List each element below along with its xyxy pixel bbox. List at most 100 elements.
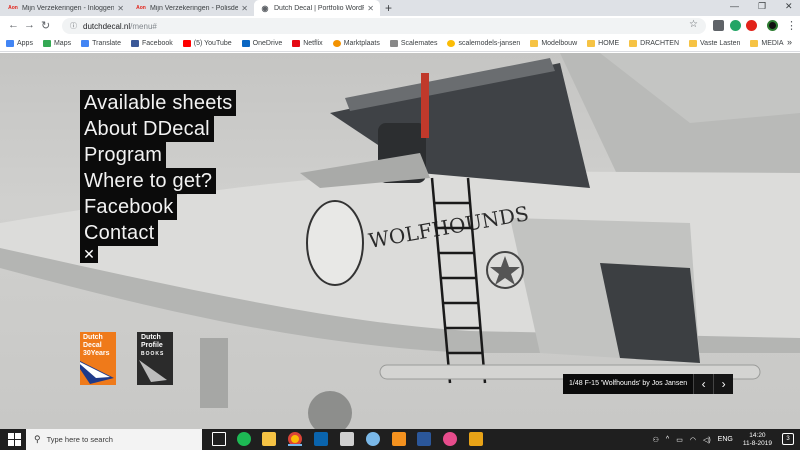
photos-icon[interactable] (443, 432, 457, 446)
language-indicator[interactable]: ENG (718, 436, 733, 443)
tab-aon-login[interactable]: Aon Mijn Verzekeringen - Inloggen ✕ (2, 0, 130, 16)
slide-caption-bar: 1/48 F-15 'Wolfhounds' by Jos Jansen ‹ › (563, 374, 734, 394)
battery-icon[interactable]: ▭ (676, 436, 683, 444)
menu-available-sheets[interactable]: Available sheets (80, 90, 237, 116)
minimize-icon[interactable]: — (730, 1, 739, 11)
bookmark-translate[interactable]: Translate (81, 40, 121, 47)
slide-caption: 1/48 F-15 'Wolfhounds' by Jos Jansen (563, 374, 694, 394)
chrome-icon[interactable] (288, 432, 302, 446)
facebook-icon (131, 40, 140, 47)
spotify-icon[interactable] (237, 432, 251, 446)
forward-icon[interactable]: → (24, 19, 35, 31)
bookmark-modelbouw[interactable]: Modelbouw (530, 40, 577, 47)
window-close-icon[interactable]: ✕ (785, 1, 793, 12)
maps-icon (42, 40, 51, 47)
reload-icon[interactable]: ↻ (41, 19, 50, 32)
profile-avatar[interactable] (767, 20, 778, 31)
apps-grid-icon (6, 40, 14, 47)
netflix-icon (292, 40, 301, 47)
address-bar[interactable]: ⓘ dutchdecal.nl/menu# ☆ (62, 18, 706, 34)
maximize-icon[interactable]: ❐ (758, 1, 766, 12)
word-icon[interactable] (417, 432, 431, 446)
tab-aon-policy[interactable]: Aon Mijn Verzekeringen - Polisdetails ✕ (130, 0, 254, 16)
menu-about-ddecal[interactable]: About DDecal (80, 116, 214, 142)
settings-app-icon[interactable] (392, 432, 406, 446)
tab-dutch-decal[interactable]: ◉ Dutch Decal | Portfolio WordPres ✕ (254, 0, 380, 16)
file-explorer-icon[interactable] (262, 432, 276, 446)
folder-icon (587, 40, 596, 47)
volume-icon[interactable]: ◁) (703, 436, 711, 444)
taskbar-search[interactable]: ⚲ Type here to search (26, 429, 202, 450)
weather-icon[interactable] (366, 432, 380, 446)
menu-contact[interactable]: Contact (80, 220, 159, 246)
green-extension-icon[interactable] (730, 20, 741, 31)
close-tab-icon[interactable]: ✕ (117, 4, 124, 13)
folder-icon (750, 40, 759, 47)
marktplaats-icon (332, 40, 341, 47)
bookmark-scalemates[interactable]: Scalemates (389, 40, 437, 47)
info-icon[interactable]: ⓘ (70, 21, 77, 31)
new-tab-button[interactable]: + (385, 1, 392, 15)
windows-taskbar: ⚲ Type here to search ⚇ ^ ▭ ◠ ◁) ENG 14:… (0, 429, 800, 450)
folder-icon (629, 40, 638, 47)
url-path: /menu# (130, 21, 157, 31)
search-placeholder: Type here to search (46, 435, 113, 444)
menu-facebook[interactable]: Facebook (80, 194, 178, 220)
bookmark-star-icon[interactable]: ☆ (689, 19, 698, 30)
dutch-profile-logo[interactable]: Dutch Profile BOOKS (137, 332, 173, 385)
folder-icon (530, 40, 539, 47)
close-menu-button[interactable]: ✕ (80, 245, 98, 263)
menu-program[interactable]: Program (80, 142, 167, 168)
red-extension-icon[interactable] (746, 20, 757, 31)
show-hidden-icon[interactable]: ^ (666, 436, 669, 443)
bookmark-marktplaats[interactable]: Marktplaats (332, 40, 380, 47)
notifications-icon[interactable]: 3 (782, 433, 794, 445)
translate-icon (81, 40, 90, 47)
bookmark-maps[interactable]: Maps (42, 40, 71, 47)
windows-start-icon[interactable] (8, 433, 21, 446)
powerpoint-icon[interactable] (469, 432, 483, 446)
bookmark-netflix[interactable]: Netflix (292, 40, 323, 47)
bookmark-drachten[interactable]: DRACHTEN (629, 40, 679, 47)
close-tab-icon[interactable]: ✕ (241, 4, 248, 13)
aon-favicon: Aon (136, 5, 146, 11)
bookmark-youtube[interactable]: (5) YouTube (182, 40, 232, 47)
bookmark-home[interactable]: HOME (587, 40, 619, 47)
bookmark-apps[interactable]: Apps (6, 40, 33, 47)
clock[interactable]: 14:20 11-8-2019 (743, 432, 772, 448)
search-icon: ⚲ (34, 434, 41, 444)
bookmark-scalemodels-jansen[interactable]: scalemodels-jansen (447, 40, 520, 47)
people-icon[interactable]: ⚇ (653, 436, 659, 444)
bookmark-facebook[interactable]: Facebook (131, 40, 173, 47)
back-icon[interactable]: ← (8, 19, 19, 31)
prev-slide-button[interactable]: ‹ (693, 374, 714, 394)
bookmark-onedrive[interactable]: OneDrive (241, 40, 282, 47)
dutch-decal-logo[interactable]: Dutch Decal 30Years (80, 332, 116, 385)
clock-time: 14:20 (749, 431, 766, 439)
jet-silhouette-icon (80, 361, 114, 384)
menu-where-to-get[interactable]: Where to get? (80, 168, 217, 194)
menu-kebab-icon[interactable]: ⋮ (786, 19, 797, 32)
next-slide-button[interactable]: › (713, 374, 734, 394)
clock-date: 11-8-2019 (742, 439, 772, 447)
bookmark-vaste-lasten[interactable]: Vaste Lasten (689, 40, 740, 47)
folder-icon (689, 40, 698, 47)
bookmarks-overflow-icon[interactable]: » (787, 37, 792, 47)
tab-title: Mijn Verzekeringen - Inloggen (22, 4, 115, 12)
scalemates-icon (389, 40, 398, 47)
chrome-icon (447, 40, 456, 47)
task-view-icon[interactable] (212, 432, 226, 446)
aon-favicon: Aon (8, 5, 18, 11)
url-host: dutchdecal.nl (83, 21, 131, 31)
wifi-icon[interactable]: ◠ (690, 436, 696, 444)
shield-extension-icon[interactable] (713, 20, 724, 31)
youtube-icon (182, 40, 191, 47)
bookmarks-bar: Apps Maps Translate Facebook (5) YouTube… (0, 36, 800, 52)
mail-icon[interactable] (340, 432, 354, 446)
close-tab-icon[interactable]: ✕ (367, 4, 374, 13)
outlook-icon[interactable] (314, 432, 328, 446)
tab-title: Mijn Verzekeringen - Polisdetails (150, 4, 239, 12)
tab-bar: Aon Mijn Verzekeringen - Inloggen ✕ Aon … (0, 0, 800, 16)
bookmark-media[interactable]: MEDIA (750, 40, 784, 47)
jet-silhouette-icon (139, 360, 167, 382)
